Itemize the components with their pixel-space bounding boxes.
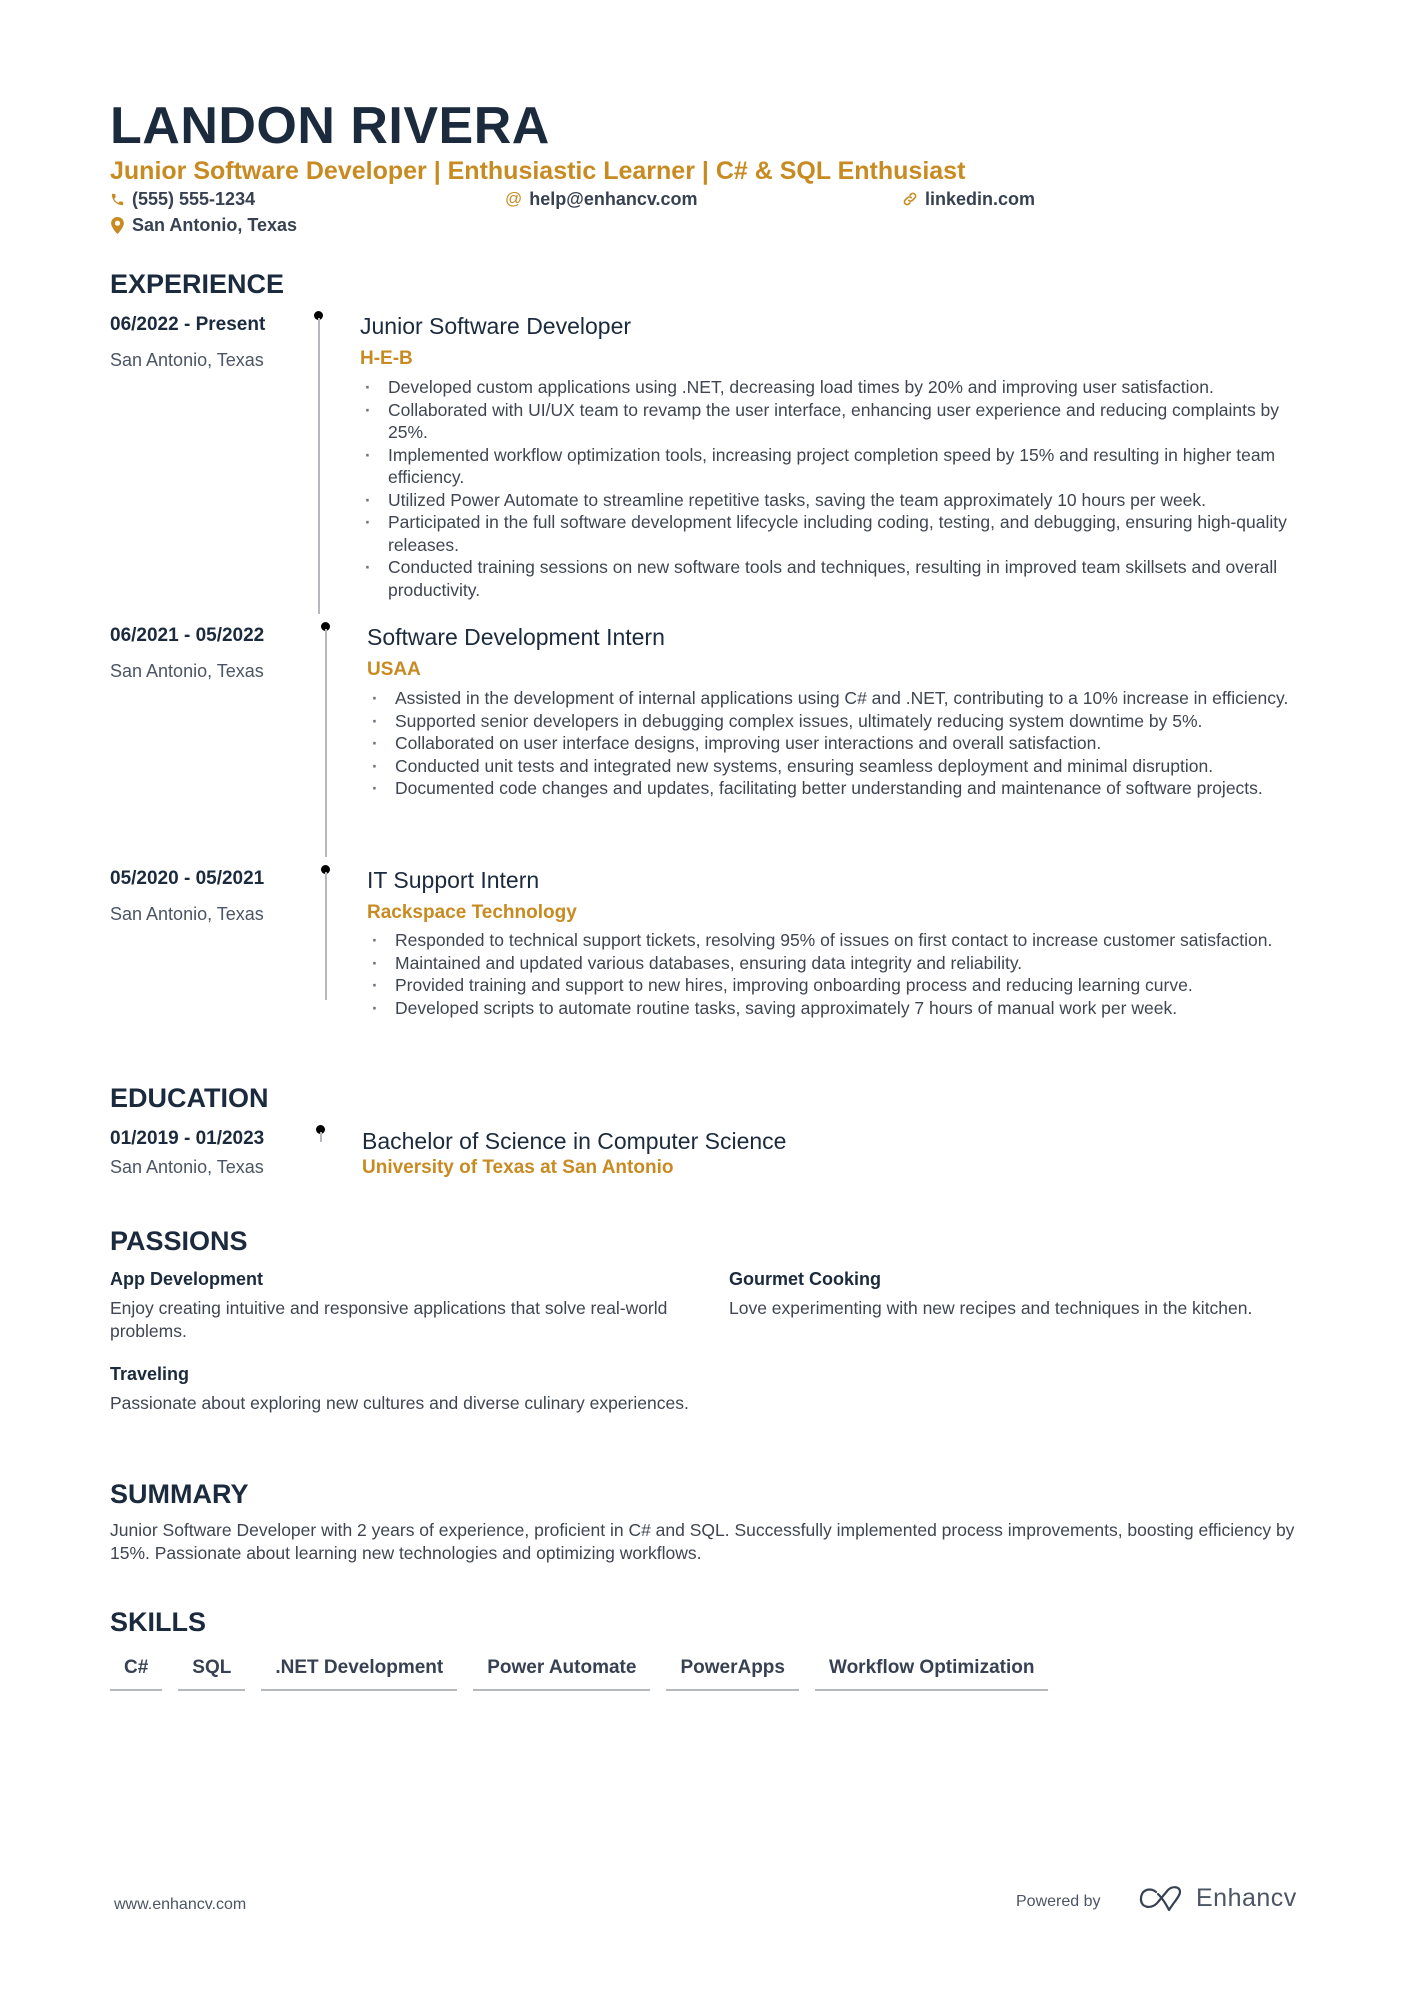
section-title-experience: EXPERIENCE: [110, 269, 285, 299]
experience-company: H-E-B: [360, 348, 413, 369]
passion-title: Traveling: [110, 1364, 190, 1384]
passion-title: Gourmet Cooking: [729, 1269, 881, 1289]
skill-tag: Power Automate: [473, 1656, 651, 1691]
experience-bullets: Assisted in the development of internal …: [367, 687, 1297, 800]
location-text: San Antonio, Texas: [132, 215, 298, 235]
timeline-line: [325, 629, 327, 857]
candidate-tagline: Junior Software Developer | Enthusiastic…: [110, 157, 966, 185]
summary-text: Junior Software Developer with 2 years o…: [110, 1520, 1295, 1563]
skill-tag: Workflow Optimization: [814, 1656, 1049, 1691]
bullet-item: Assisted in the development of internal …: [367, 687, 1297, 710]
education-location: San Antonio, Texas: [110, 1157, 264, 1177]
section-title-passions: PASSIONS: [110, 1226, 248, 1256]
location-pin-icon: [111, 216, 124, 234]
bullet-item: Documented code changes and updates, fac…: [367, 777, 1297, 800]
skills-list: C# SQL .NET Development Power Automate P…: [110, 1656, 1049, 1691]
contact-email[interactable]: @ help@enhancv.com: [505, 188, 698, 210]
bullet-item: Participated in the full software develo…: [360, 511, 1290, 556]
experience-location: San Antonio, Texas: [110, 661, 264, 681]
experience-location: San Antonio, Texas: [110, 350, 264, 370]
passion-description: Love experimenting with new recipes and …: [729, 1298, 1253, 1318]
at-icon: @: [505, 189, 523, 208]
experience-dates: 05/2020 - 05/2021: [110, 868, 265, 889]
enhancv-logo-icon: [1139, 1885, 1182, 1911]
experience-company: USAA: [367, 659, 421, 680]
experience-dates: 06/2022 - Present: [110, 314, 266, 335]
phone-icon: [111, 193, 124, 205]
bullet-item: Provided training and support to new hir…: [367, 974, 1297, 997]
contact-website[interactable]: linkedin.com: [902, 188, 1035, 210]
education-degree: Bachelor of Science in Computer Science: [362, 1128, 787, 1154]
brand-name: Enhancv: [1196, 1884, 1297, 1912]
resume-page: LANDON RIVERA Junior Software Developer …: [0, 0, 1410, 1995]
passion-description: Passionate about exploring new cultures …: [110, 1393, 689, 1413]
timeline-line: [325, 872, 327, 1000]
contact-phone: (555) 555-1234: [110, 188, 255, 210]
link-icon: [903, 192, 917, 206]
education-dates: 01/2019 - 01/2023: [110, 1128, 265, 1149]
bullet-item: Developed custom applications using .NET…: [360, 376, 1290, 399]
experience-dates: 06/2021 - 05/2022: [110, 625, 265, 646]
passion-description: Enjoy creating intuitive and responsive …: [110, 1298, 668, 1341]
timeline-line: [318, 318, 320, 614]
bullet-item: Supported senior developers in debugging…: [367, 710, 1297, 733]
website-text[interactable]: linkedin.com: [925, 188, 1035, 210]
section-title-summary: SUMMARY: [110, 1479, 249, 1509]
bullet-item: Conducted training sessions on new softw…: [360, 556, 1290, 601]
experience-bullets: Responded to technical support tickets, …: [367, 929, 1297, 1019]
skill-tag: .NET Development: [261, 1656, 458, 1691]
skill-tag: SQL: [178, 1656, 246, 1691]
powered-by-label: Powered by: [1016, 1893, 1101, 1910]
experience-role: IT Support Intern: [367, 867, 540, 893]
section-title-skills: SKILLS: [110, 1607, 207, 1637]
email-text[interactable]: help@enhancv.com: [529, 188, 697, 210]
bullet-item: Utilized Power Automate to streamline re…: [360, 489, 1290, 512]
bullet-item: Maintained and updated various databases…: [367, 952, 1297, 975]
experience-role: Junior Software Developer: [360, 313, 632, 339]
experience-role: Software Development Intern: [367, 624, 665, 650]
bullet-item: Collaborated on user interface designs, …: [367, 732, 1297, 755]
candidate-name: LANDON RIVERA: [110, 97, 550, 155]
experience-bullets: Developed custom applications using .NET…: [360, 376, 1290, 601]
timeline-line: [320, 1132, 322, 1142]
skill-tag: C#: [110, 1656, 163, 1691]
bullet-item: Responded to technical support tickets, …: [367, 929, 1297, 952]
phone-text: (555) 555-1234: [132, 189, 256, 209]
bullet-item: Developed scripts to automate routine ta…: [367, 997, 1297, 1020]
section-title-education: EDUCATION: [110, 1083, 269, 1113]
passion-title: App Development: [110, 1269, 264, 1289]
skill-tag: PowerApps: [666, 1656, 799, 1691]
experience-company: Rackspace Technology: [367, 902, 577, 923]
bullet-item: Collaborated with UI/UX team to revamp t…: [360, 399, 1290, 444]
bullet-item: Conducted unit tests and integrated new …: [367, 755, 1297, 778]
enhancv-brand[interactable]: Enhancv: [1138, 1884, 1297, 1913]
bullet-item: Implemented workflow optimization tools,…: [360, 444, 1290, 489]
contact-location: San Antonio, Texas: [110, 214, 297, 236]
footer-website-link[interactable]: www.enhancv.com: [114, 1896, 246, 1914]
education-school: University of Texas at San Antonio: [362, 1157, 674, 1178]
experience-location: San Antonio, Texas: [110, 904, 264, 924]
